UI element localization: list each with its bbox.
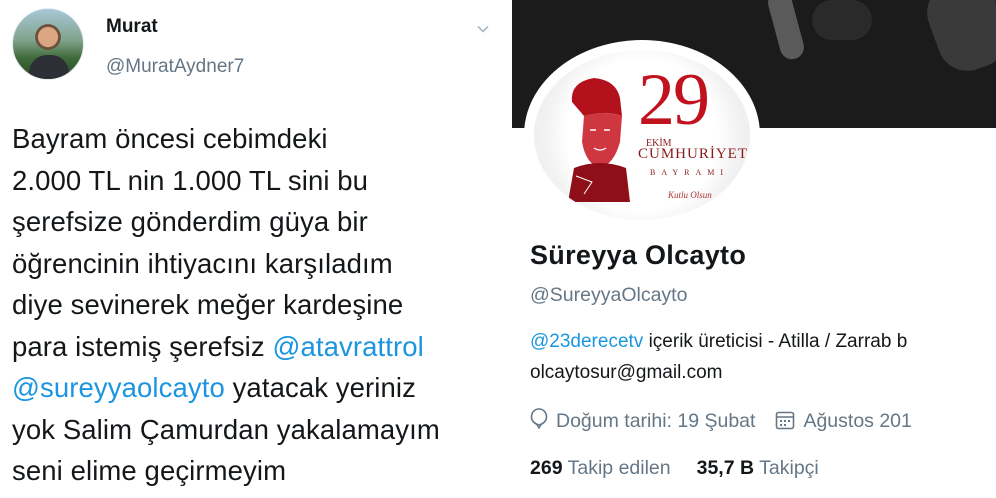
tweet-line: Bayram öncesi cebimdeki: [12, 123, 328, 154]
author-name[interactable]: Murat: [106, 16, 158, 38]
tweet-line: 2.000 TL nin 1.000 TL sini bu: [12, 164, 369, 196]
joined-text: Ağustos 201: [803, 410, 912, 432]
tweet-line: şerefsize gönderdim güya bir: [12, 206, 368, 237]
star-icon: [734, 68, 750, 85]
followers-count: 35,7 B: [696, 457, 755, 479]
tweet-line-text: para istemiş şerefsiz: [12, 330, 273, 362]
tweet-line: para istemiş şerefsiz @atavrattrol: [12, 326, 502, 368]
following-link[interactable]: 269 Takip edilen: [530, 457, 671, 479]
tweet-line: @sureyyaolcayto yatacak yeriniz: [12, 367, 502, 409]
profile-card: 29 EKİM CUMHURİYET BAYRAMI Kutlu Olsun S…: [512, 0, 996, 498]
profile-stats: 269 Takip edilen 35,7 B Takipçi: [530, 457, 819, 480]
balloon-icon: [530, 408, 548, 430]
following-count: 269: [530, 457, 563, 479]
tweet-line-text: yatacak yeriniz: [224, 372, 416, 403]
profile-handle: @SureyyaOlcayto: [530, 284, 688, 306]
tweet-line: yok Salim Çamurdan yakalamayım: [12, 413, 440, 445]
profile-meta: Doğum tarihi: 19 Şubat Ağustos 201: [530, 408, 912, 433]
tweet-line: seni elime geçirmeyim: [12, 455, 287, 486]
tweet-text: Bayram öncesi cebimdeki 2.000 TL nin 1.0…: [12, 118, 502, 492]
avatar-signature: Kutlu Olsun: [668, 190, 712, 200]
profile-bio-email: olcaytosur@gmail.com: [530, 362, 723, 383]
birthday-text: Doğum tarihi: 19 Şubat: [556, 410, 756, 432]
tweet-line: diye sevinerek meğer kardeşine: [12, 289, 404, 320]
profile-avatar[interactable]: 29 EKİM CUMHURİYET BAYRAMI Kutlu Olsun: [524, 40, 760, 230]
tweet-line: öğrencinin ihtiyacını karşıladım: [12, 247, 393, 279]
tweet-card: Murat @MuratAydner7 Bayram öncesi cebimd…: [0, 0, 502, 498]
followers-label: Takipçi: [759, 457, 819, 479]
bio-text: içerik üreticisi - Atilla / Zarrab b: [643, 331, 908, 352]
profile-bio-line: @23derecetv içerik üreticisi - Atilla / …: [530, 331, 907, 353]
avatar-title: CUMHURİYET: [638, 146, 748, 162]
followers-link[interactable]: 35,7 B Takipçi: [697, 457, 819, 479]
chevron-down-icon[interactable]: [476, 22, 490, 36]
avatar-subtitle: BAYRAMI: [650, 168, 730, 177]
portrait-graphic: [568, 78, 630, 202]
author-handle[interactable]: @MuratAydner7: [106, 56, 244, 78]
bio-mention-link[interactable]: @23derecetv: [530, 331, 643, 352]
mention-link-sureyyaolcayto[interactable]: @sureyyaolcayto: [12, 372, 225, 403]
mention-link-atavrattrol[interactable]: @atavrattrol: [272, 331, 423, 362]
avatar-number: 29: [638, 59, 710, 141]
panel-divider: [502, 0, 512, 498]
author-avatar[interactable]: [12, 8, 84, 80]
profile-display-name: Süreyya Olcayto: [530, 240, 747, 270]
calendar-icon: [776, 411, 795, 430]
following-label: Takip edilen: [567, 457, 671, 479]
